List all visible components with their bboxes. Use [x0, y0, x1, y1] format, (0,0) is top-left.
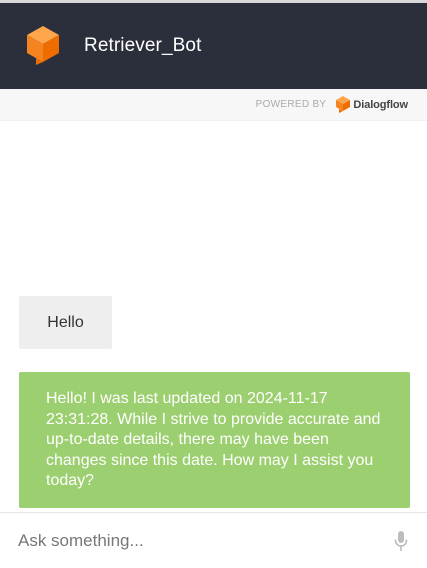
- user-message: Hello: [19, 296, 112, 349]
- input-bar: [0, 512, 427, 568]
- bot-message: Hello! I was last updated on 2024-11-17 …: [19, 372, 410, 508]
- dialogflow-logo-icon: [336, 96, 351, 113]
- dialogflow-cube-icon: [27, 26, 59, 65]
- chat-widget: Retriever_Bot POWERED BY Dialogflow Hell…: [0, 0, 427, 568]
- powered-by-label: POWERED BY: [255, 99, 327, 110]
- query-input[interactable]: [18, 530, 393, 551]
- bot-name: Retriever_Bot: [84, 35, 202, 56]
- microphone-icon[interactable]: [393, 530, 409, 552]
- chat-header: Retriever_Bot: [0, 3, 427, 89]
- powered-by-bar: POWERED BY Dialogflow: [0, 89, 427, 121]
- message-list: Hello Hello! I was last updated on 2024-…: [0, 125, 427, 512]
- dialogflow-brand: Dialogflow: [353, 98, 408, 111]
